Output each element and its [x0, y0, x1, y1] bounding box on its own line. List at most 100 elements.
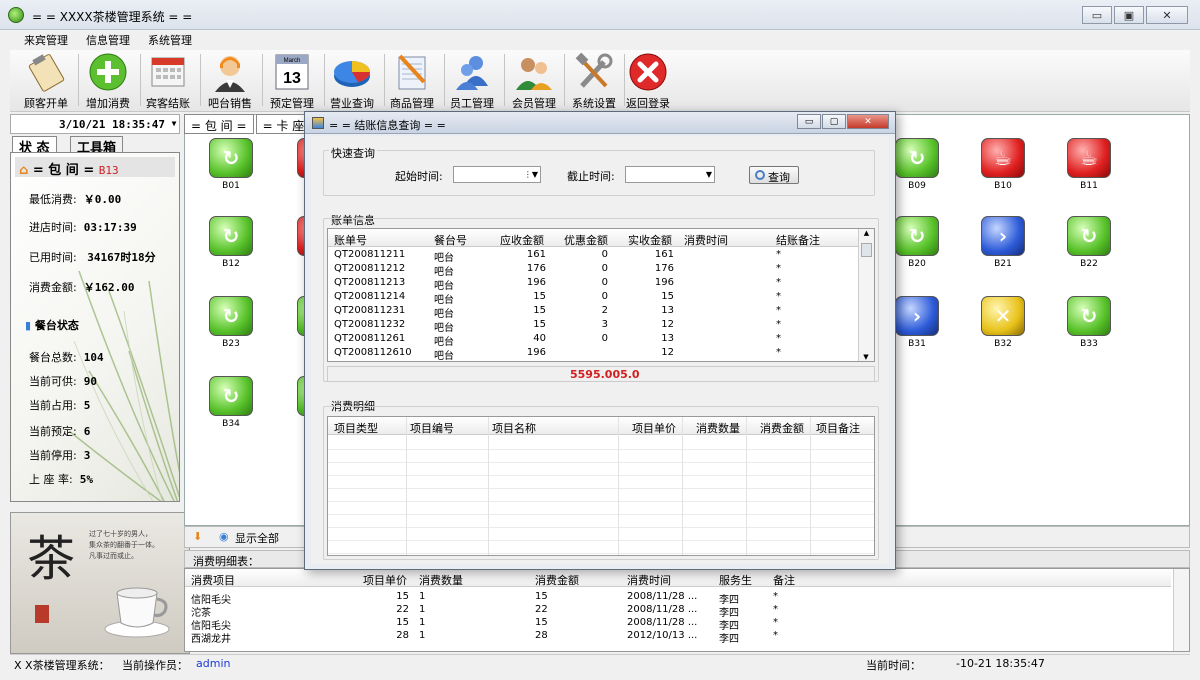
bill-row[interactable]: QT2008112610 吧台 196 12 *: [328, 346, 860, 361]
tab-private-room[interactable]: = 包 间 =: [184, 114, 254, 134]
bill-row[interactable]: QT200811211 吧台 161 0 161 *: [328, 248, 860, 264]
chevron-down-icon[interactable]: ⋮▼: [524, 170, 538, 179]
table-b31[interactable]: › B31: [894, 296, 940, 352]
minimize-button[interactable]: ▭: [1082, 6, 1112, 24]
goods-management-button[interactable]: 商品管理: [382, 52, 442, 110]
back-to-login-button[interactable]: 返回登录: [618, 52, 678, 110]
toolbar: 顾客开单 增加消费 宾客结账 吧台销售 March 13 预定管理 营业查询 商…: [10, 50, 1190, 112]
start-time-picker[interactable]: ⋮▼: [453, 166, 541, 183]
stat-available: 当前可供: 90: [29, 375, 97, 388]
table-status-icon: ↻: [895, 138, 939, 178]
detail-grid-header: 消费项目 项目单价 消费数量 消费金额 消费时间 服务生 备注: [185, 569, 1171, 587]
room-code: B13: [98, 164, 119, 177]
bill-row[interactable]: QT200811212 吧台 176 0 176 *: [328, 262, 860, 278]
stat-occupancy-rate: 上 座 率: 5%: [29, 473, 93, 486]
query-button[interactable]: 查询: [749, 166, 799, 184]
window-title: = = XXXX茶楼管理系统 = =: [32, 10, 193, 24]
table-b32[interactable]: ✕ B32: [980, 296, 1026, 352]
member-management-button[interactable]: 会员管理: [504, 52, 564, 110]
maximize-button[interactable]: ▣: [1114, 6, 1144, 24]
detail-scrollbar[interactable]: [1173, 569, 1189, 651]
table-b12[interactable]: ↻ B12: [208, 216, 254, 272]
current-time: -10-21 18:35:47: [956, 657, 1045, 670]
show-all-button[interactable]: 显示全部: [235, 530, 279, 546]
operator-name: admin: [196, 657, 231, 670]
table-b09[interactable]: ↻ B09: [894, 138, 940, 194]
reservation-button[interactable]: March 13 预定管理: [262, 52, 322, 110]
table-b33[interactable]: ↻ B33: [1066, 296, 1112, 352]
trash-icon: ▮: [25, 319, 32, 332]
bar-sales-button[interactable]: 吧台销售: [200, 52, 260, 110]
bill-row[interactable]: QT200811261 吧台 40 0 13 *: [328, 332, 860, 348]
table-code: B20: [908, 259, 926, 269]
table-b23[interactable]: ↻ B23: [208, 296, 254, 352]
dialog-minimize-button[interactable]: ▭: [797, 114, 821, 129]
menu-info[interactable]: 信息管理: [86, 32, 130, 48]
consumption-row[interactable]: 沱茶 22 1 22 2008/11/28 ... 李四 *: [185, 604, 1171, 619]
table-b21[interactable]: › B21: [980, 216, 1026, 272]
consumption-amount: 消费金额: ￥162.00: [29, 281, 135, 294]
stat-total: 餐台总数: 104: [29, 351, 104, 364]
table-b22[interactable]: ↻ B22: [1066, 216, 1112, 272]
close-button[interactable]: ✕: [1146, 6, 1188, 24]
staff-management-button[interactable]: 员工管理: [442, 52, 502, 110]
dialog-titlebar: = = 结账信息查询 = = ▭ ▢ ✕: [305, 112, 895, 134]
system-settings-button[interactable]: 系统设置: [564, 52, 624, 110]
table-b20[interactable]: ↻ B20: [894, 216, 940, 272]
bill-grid-header: 账单号 餐台号 应收金额 优惠金额 实收金额 消费时间 结账备注: [328, 229, 860, 247]
end-time-picker[interactable]: ▼: [625, 166, 715, 183]
table-code: B34: [222, 419, 240, 429]
dialog-icon: [312, 117, 324, 129]
status-bar: X X茶楼管理系统： 当前操作员： admin 当前时间： -10-21 18:…: [10, 654, 1190, 672]
bill-row[interactable]: QT200811232 吧台 15 3 12 *: [328, 318, 860, 334]
open-order-button[interactable]: 顾客开单: [16, 52, 76, 110]
datetime-picker[interactable]: 3/10/21 18:35:47 ▼: [10, 114, 180, 134]
add-consumption-button[interactable]: 增加消费: [78, 52, 138, 110]
users-icon: [452, 52, 492, 92]
table-b01[interactable]: ↻ B01: [208, 138, 254, 194]
table-code: B01: [222, 181, 240, 191]
detail-header: 项目类型 项目编号 项目名称 项目单价 消费数量 消费金额 项目备注: [328, 417, 874, 435]
tools-icon: [574, 52, 614, 92]
table-status-icon: ›: [895, 296, 939, 336]
bill-row[interactable]: QT200811231 吧台 15 2 13 *: [328, 304, 860, 320]
svg-text:13: 13: [283, 70, 301, 87]
left-panel: 3/10/21 18:35:47 ▼ 状 态 工具箱 ⌂ = 包 间 = B13…: [10, 114, 190, 654]
table-status-icon: ↻: [1067, 296, 1111, 336]
table-b34[interactable]: ↻ B34: [208, 376, 254, 432]
elapsed-time: 已用时间: 34167时18分: [29, 251, 156, 264]
table-status-icon: ↻: [209, 216, 253, 256]
teacup-image: [104, 587, 170, 638]
menu-guest[interactable]: 来宾管理: [24, 32, 68, 48]
consumption-row[interactable]: 信阳毛尖 15 1 15 2008/11/28 ... 李四 *: [185, 617, 1171, 632]
chevron-down-icon[interactable]: ▼: [169, 115, 179, 133]
table-status-icon: ✕: [981, 296, 1025, 336]
dialog-maximize-button[interactable]: ▢: [822, 114, 846, 129]
table-status-icon: ↻: [209, 296, 253, 336]
table-status-icon: ↻: [209, 138, 253, 178]
consumption-row[interactable]: 信阳毛尖 15 1 15 2008/11/28 ... 李四 *: [185, 591, 1171, 606]
table-code: B31: [908, 339, 926, 349]
clipboard-icon: [26, 52, 66, 92]
members-icon: [514, 52, 554, 92]
dialog-close-button[interactable]: ✕: [847, 114, 889, 129]
table-b10[interactable]: ☕ B10: [980, 138, 1026, 194]
table-code: B11: [1080, 181, 1098, 191]
app-icon: [8, 7, 24, 23]
checkout-button[interactable]: 宾客结账: [138, 52, 198, 110]
table-code: B21: [994, 259, 1012, 269]
table-code: B23: [222, 339, 240, 349]
consumption-detail-grid: 消费项目 项目单价 消费数量 消费金额 消费时间 服务生 备注 信阳毛尖 15 1 1…: [184, 568, 1190, 652]
table-code: B10: [994, 181, 1012, 191]
bill-row[interactable]: QT200811214 吧台 15 0 15 *: [328, 290, 860, 306]
svg-text:March: March: [284, 58, 301, 64]
tea-decoration: 茶 过了七十岁的男人， 集众茶的翻番于一体。 凡事过而或止。: [10, 512, 190, 654]
arrow-down-icon[interactable]: ⬇: [193, 530, 202, 543]
consumption-row[interactable]: 西湖龙井 28 1 28 2012/10/13 ... 李四 *: [185, 630, 1171, 645]
bill-scrollbar[interactable]: ▲ ▼: [858, 229, 874, 361]
chevron-down-icon[interactable]: ▼: [706, 170, 712, 179]
business-query-button[interactable]: 营业查询: [322, 52, 382, 110]
bill-row[interactable]: QT200811213 吧台 196 0 196 *: [328, 276, 860, 292]
menu-system[interactable]: 系统管理: [148, 32, 192, 48]
table-b11[interactable]: ☕ B11: [1066, 138, 1112, 194]
